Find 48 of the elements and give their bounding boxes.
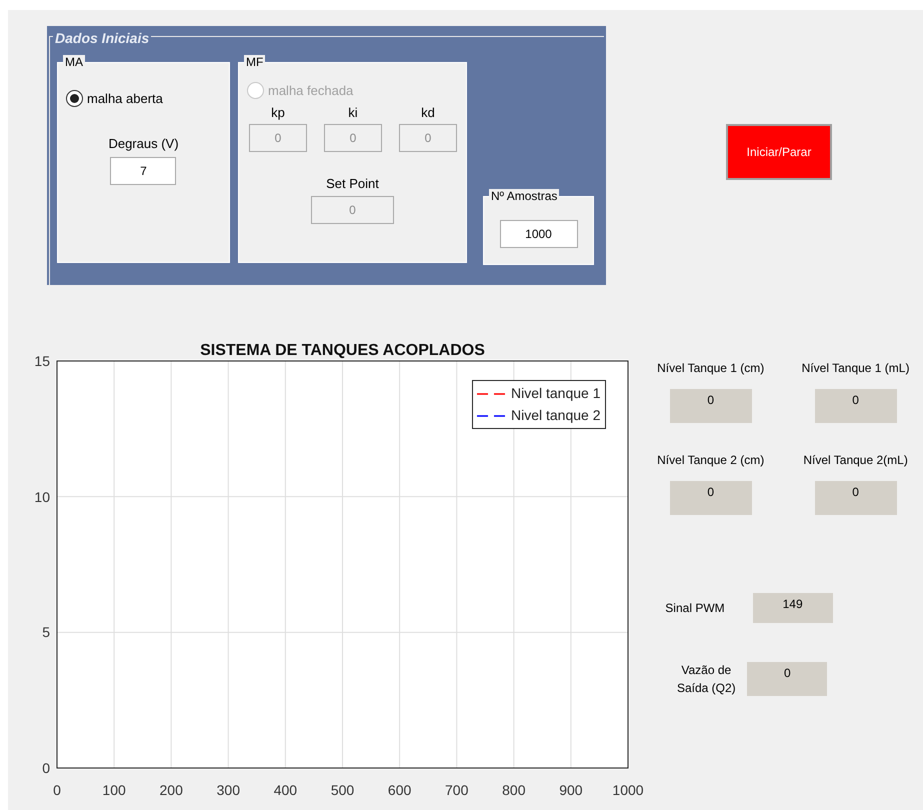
legend-label: Nivel tanque 2: [511, 406, 601, 425]
readout-value: 149: [752, 593, 833, 623]
y-tick-label: 0: [41, 761, 50, 775]
x-tick-label: 500: [330, 783, 354, 797]
x-tick-label: 0: [53, 783, 61, 797]
input-field[interactable]: 1000: [500, 220, 578, 248]
input-field[interactable]: 7: [110, 157, 176, 185]
input-field[interactable]: 0: [399, 124, 457, 152]
readout-value: 0: [747, 662, 828, 696]
legend-label: Nivel tanque 1: [511, 384, 601, 403]
field-label: Set Point: [326, 175, 379, 193]
start-stop-button[interactable]: Iniciar/Parar: [726, 124, 832, 180]
field-label: kp: [271, 104, 285, 122]
readout-label: Nível Tanque 2 (cm): [657, 452, 764, 469]
input-field[interactable]: 0: [311, 196, 394, 224]
x-tick-label: 600: [388, 783, 412, 797]
group-title: MA: [63, 55, 85, 69]
field-label: kd: [421, 104, 435, 122]
x-tick-label: 400: [274, 783, 298, 797]
x-tick-label: 1000: [612, 783, 644, 797]
readout-label: Nível Tanque 1 (cm): [657, 360, 764, 377]
field-label: ki: [348, 104, 358, 122]
x-tick-label: 200: [160, 783, 183, 797]
x-tick-label: 300: [216, 783, 240, 797]
readout-label: Sinal PWM: [665, 600, 725, 617]
x-tick-label: 800: [502, 783, 526, 797]
group-title: Nº Amostras: [489, 189, 560, 203]
input-field[interactable]: 0: [249, 124, 307, 152]
group-title: MF: [244, 55, 266, 69]
readout-label: Vazão de Saída (Q2): [676, 662, 737, 697]
x-tick-label: 900: [559, 783, 583, 797]
y-tick-label: 5: [41, 625, 50, 640]
radio-label: malha fechada: [268, 82, 354, 100]
readout-label: Nível Tanque 1 (mL): [802, 360, 910, 377]
readout-value: 0: [670, 389, 752, 423]
chart-title: SISTEMA DE TANQUES ACOPLADOS: [199, 341, 486, 361]
radio-label: malha aberta: [87, 90, 163, 108]
readout-label: Nível Tanque 2(mL): [803, 452, 908, 469]
x-tick-label: 100: [102, 783, 126, 797]
y-tick-label: 10: [33, 490, 50, 504]
input-field[interactable]: 0: [324, 124, 382, 152]
y-tick-label: 15: [33, 354, 50, 368]
x-tick-label: 700: [445, 783, 468, 797]
readout-value: 0: [814, 389, 897, 423]
readout-value: 0: [814, 481, 897, 515]
radio-button[interactable]: [66, 90, 83, 108]
readout-value: 0: [670, 481, 752, 515]
field-label: Degraus (V): [108, 134, 179, 153]
